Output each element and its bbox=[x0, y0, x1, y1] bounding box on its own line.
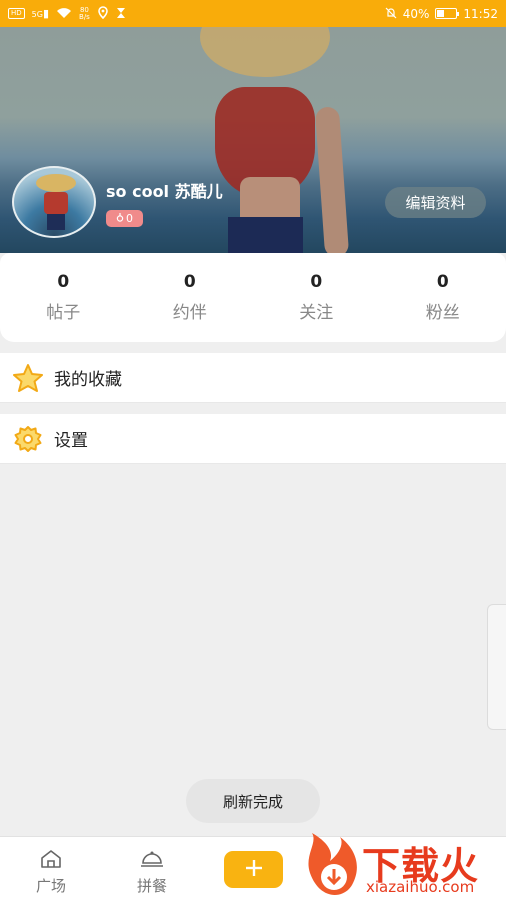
stat-label: 帖子 bbox=[46, 303, 81, 323]
favorites-label: 我的收藏 bbox=[54, 370, 122, 390]
username: so cool 苏酷儿 bbox=[106, 182, 223, 201]
header-bg-arm bbox=[314, 106, 350, 253]
home-icon bbox=[39, 849, 63, 873]
refresh-toast: 刷新完成 bbox=[186, 779, 320, 823]
side-drawer-handle[interactable] bbox=[487, 604, 506, 730]
edit-profile-button[interactable]: 编辑资料 bbox=[385, 187, 486, 218]
stat-followers[interactable]: 0 粉丝 bbox=[380, 253, 506, 342]
flame-logo-icon bbox=[308, 833, 357, 895]
dish-cover-icon bbox=[140, 849, 164, 873]
stat-value: 0 bbox=[436, 272, 449, 292]
hd-icon: HD bbox=[8, 8, 25, 19]
stat-label: 粉丝 bbox=[425, 303, 460, 323]
signal-icon: 5G▮ bbox=[31, 7, 50, 20]
gender-count: 0 bbox=[126, 212, 133, 225]
menu-item-settings[interactable]: 设置 bbox=[0, 414, 506, 464]
nav-group-meal[interactable]: 拼餐 bbox=[122, 837, 182, 900]
nav-group-meal-label: 拼餐 bbox=[136, 877, 167, 895]
mute-bell-icon bbox=[385, 7, 397, 21]
stat-value: 0 bbox=[183, 272, 196, 292]
add-post-button[interactable] bbox=[224, 851, 283, 888]
settings-label: 设置 bbox=[54, 431, 88, 451]
watermark-domain: xiazaihuo.com bbox=[366, 878, 475, 896]
stat-companions[interactable]: 0 约伴 bbox=[127, 253, 254, 342]
avatar[interactable] bbox=[12, 166, 96, 238]
nav-plaza[interactable]: 广场 bbox=[21, 837, 81, 900]
hourglass-icon bbox=[116, 7, 126, 21]
settings-gear-icon bbox=[12, 424, 44, 454]
stat-label: 约伴 bbox=[172, 303, 207, 323]
status-bar: HD 5G▮ 80 B/s 40% 11:52 bbox=[0, 0, 506, 27]
stat-following[interactable]: 0 关注 bbox=[253, 253, 380, 342]
stats-card: 0 帖子 0 约伴 0 关注 0 粉丝 bbox=[0, 253, 506, 342]
stat-value: 0 bbox=[57, 272, 70, 292]
stat-value: 0 bbox=[310, 272, 323, 292]
star-icon bbox=[12, 363, 44, 393]
net-speed: 80 B/s bbox=[79, 5, 90, 21]
battery-icon bbox=[435, 8, 460, 19]
menu-item-favorites[interactable]: 我的收藏 bbox=[0, 353, 506, 403]
gender-badge: 0 bbox=[106, 210, 143, 227]
clock: 11:52 bbox=[463, 6, 498, 21]
header-bg-hat bbox=[200, 27, 330, 77]
stat-posts[interactable]: 0 帖子 bbox=[0, 253, 127, 342]
nav-plaza-label: 广场 bbox=[35, 877, 66, 895]
battery-percent: 40% bbox=[402, 6, 430, 21]
plus-icon bbox=[244, 858, 264, 882]
stat-label: 关注 bbox=[299, 303, 334, 323]
gender-icon bbox=[116, 212, 124, 225]
watermark-logo: 下载火 xiazaihuo.com bbox=[300, 833, 506, 900]
wifi-icon bbox=[56, 7, 72, 21]
header-bg-shorts bbox=[228, 217, 303, 253]
location-icon bbox=[97, 6, 109, 21]
